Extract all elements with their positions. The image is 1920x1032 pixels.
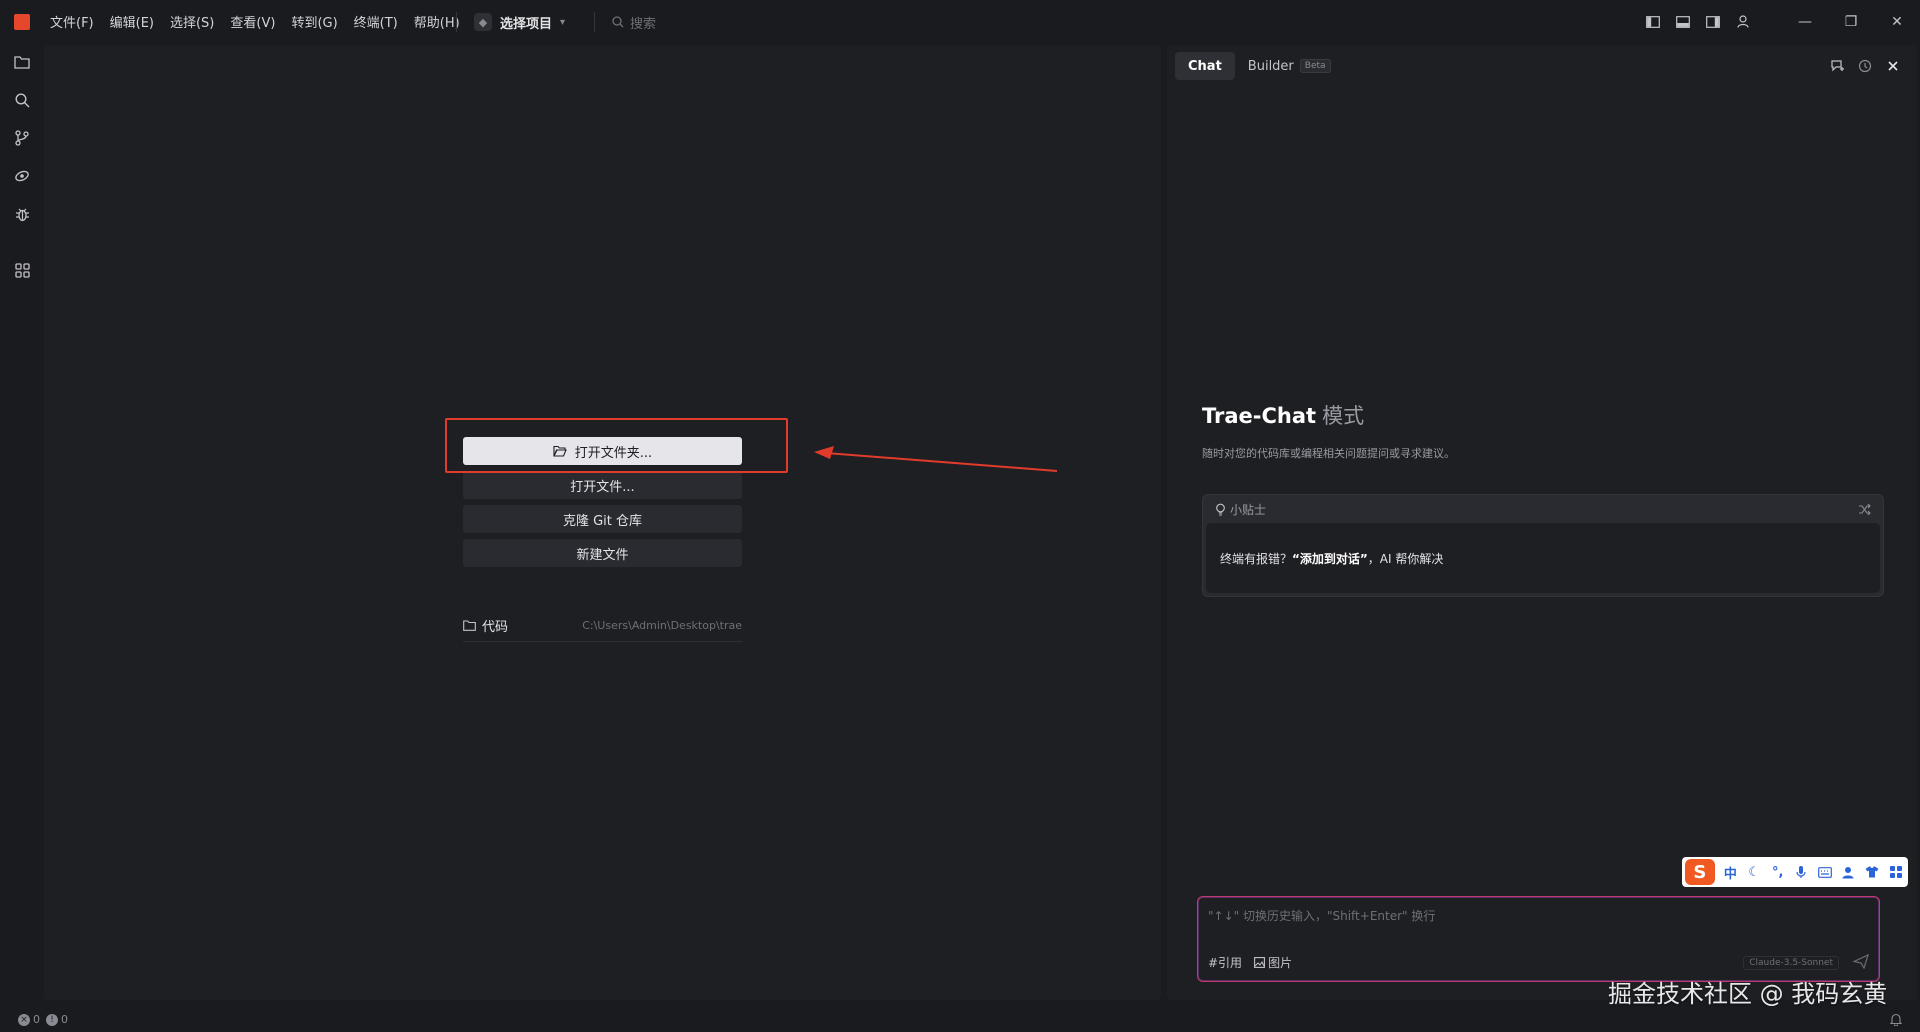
new-chat-icon[interactable]: [1823, 55, 1851, 77]
keyboard-icon[interactable]: [1813, 860, 1837, 884]
tab-chat-label: Chat: [1188, 58, 1222, 74]
debug-icon[interactable]: [0, 195, 44, 233]
ime-logo[interactable]: S: [1685, 859, 1715, 885]
menu-go[interactable]: 转到(G): [291, 12, 337, 31]
mode-title-name: Trae-Chat: [1202, 404, 1317, 428]
menu-help[interactable]: 帮助(H): [414, 12, 460, 31]
title-bar: 文件(F) 编辑(E) 选择(S) 查看(V) 转到(G) 终端(T) 帮助(H…: [0, 0, 1920, 43]
menu-terminal[interactable]: 终端(T): [354, 12, 398, 31]
source-control-icon[interactable]: [0, 119, 44, 157]
clone-git-label: 克隆 Git 仓库: [562, 513, 643, 529]
search-icon[interactable]: [0, 81, 44, 119]
tab-chat[interactable]: Chat: [1175, 52, 1235, 80]
send-icon[interactable]: [1853, 954, 1869, 969]
minimize-button[interactable]: —: [1782, 0, 1828, 43]
open-file-button[interactable]: 打开文件...: [463, 471, 742, 499]
extensions-icon[interactable]: [0, 251, 44, 289]
model-selector[interactable]: Claude-3.5-Sonnet: [1743, 956, 1839, 970]
microphone-icon[interactable]: [1790, 860, 1814, 884]
ime-toolbar: S 中 ☾ °,: [1682, 857, 1908, 887]
chat-input-placeholder: "↑↓" 切换历史输入，"Shift+Enter" 换行: [1208, 909, 1436, 923]
menu-edit[interactable]: 编辑(E): [110, 12, 154, 31]
menu-bar: 文件(F) 编辑(E) 选择(S) 查看(V) 转到(G) 终端(T) 帮助(H…: [50, 0, 476, 43]
folder-icon: [463, 620, 476, 631]
bell-icon[interactable]: [1890, 1013, 1902, 1026]
lightbulb-icon: [1216, 503, 1225, 516]
tips-text-post: ，AI 帮你解决: [1367, 551, 1444, 566]
history-icon[interactable]: [1851, 55, 1879, 77]
toggle-sidebar-icon[interactable]: [1638, 7, 1668, 37]
close-icon[interactable]: [1879, 55, 1907, 77]
tips-text-bold: “添加到对话”: [1292, 551, 1368, 566]
tips-text-pre: 终端有报错？: [1220, 551, 1293, 566]
project-selector[interactable]: ◆ 选择项目 ▾: [474, 11, 565, 33]
recent-project-name: 代码: [482, 620, 509, 635]
open-file-label: 打开文件...: [570, 479, 635, 495]
new-file-label: 新建文件: [576, 547, 629, 563]
menu-file[interactable]: 文件(F): [50, 12, 94, 31]
annotation-arrow: [814, 446, 1058, 472]
project-selector-label: 选择项目: [500, 16, 553, 32]
watermark: 掘金技术社区 @ 我码玄黄: [1608, 980, 1888, 1008]
punctuation-icon[interactable]: °,: [1766, 860, 1790, 884]
clone-git-button[interactable]: 克隆 Git 仓库: [463, 505, 742, 533]
image-icon: [1254, 957, 1266, 968]
chat-input[interactable]: "↑↓" 切换历史输入，"Shift+Enter" 换行 #引用 图片 Clau…: [1197, 896, 1880, 982]
chat-toolbar: [1823, 55, 1907, 77]
new-file-button[interactable]: 新建文件: [463, 539, 742, 567]
ime-mode-toggle[interactable]: 中: [1719, 860, 1743, 884]
shuffle-icon[interactable]: [1858, 503, 1871, 515]
mode-title: Trae-Chat 模式: [1202, 400, 1364, 430]
tab-builder[interactable]: Builder Beta: [1235, 52, 1344, 80]
search-placeholder: 搜索: [630, 16, 657, 32]
close-button[interactable]: ✕: [1874, 0, 1920, 43]
skin-icon[interactable]: [1861, 860, 1885, 884]
grid-menu-icon[interactable]: [1884, 860, 1908, 884]
tips-body: 终端有报错？ “添加到对话” ，AI 帮你解决: [1206, 523, 1880, 593]
mode-title-suffix: 模式: [1322, 404, 1365, 428]
menu-view[interactable]: 查看(V): [230, 12, 275, 31]
image-button-label: 图片: [1268, 956, 1293, 970]
annotation-highlight-box: [445, 418, 788, 473]
menu-selection[interactable]: 选择(S): [170, 12, 214, 31]
beta-badge: Beta: [1299, 59, 1331, 73]
tips-label: 小贴士: [1230, 502, 1267, 517]
toggle-aux-bar-icon[interactable]: [1698, 7, 1728, 37]
image-button[interactable]: 图片: [1254, 954, 1304, 971]
title-bar-controls: — ❐ ✕: [1638, 0, 1920, 43]
moon-icon[interactable]: ☾: [1742, 860, 1766, 884]
remote-icon[interactable]: [0, 157, 44, 195]
tab-builder-label: Builder: [1247, 58, 1294, 74]
mode-description: 随时对您的代码库或编程相关问题提问或寻求建议。: [1202, 447, 1455, 460]
problems-indicator[interactable]: × 0 ! 0: [18, 1013, 74, 1026]
user-icon[interactable]: [1837, 860, 1861, 884]
toggle-panel-icon[interactable]: [1668, 7, 1698, 37]
chevron-down-icon: ▾: [560, 16, 566, 28]
error-count: 0: [33, 1013, 40, 1026]
recent-project-path: C:\Users\Admin\Desktop\trae: [582, 619, 742, 632]
reference-button[interactable]: #引用: [1208, 954, 1242, 971]
input-tools: #引用 图片: [1208, 954, 1316, 971]
divider: [594, 12, 595, 32]
activity-bar: [0, 43, 44, 1003]
search-icon: [612, 16, 624, 28]
app-logo: [14, 14, 30, 30]
warning-count: 0: [61, 1013, 68, 1026]
search-input[interactable]: 搜索: [612, 11, 656, 33]
restore-button[interactable]: ❐: [1828, 0, 1874, 43]
warning-icon: !: [46, 1013, 58, 1026]
recent-project-item[interactable]: 代码 C:\Users\Admin\Desktop\trae: [463, 610, 742, 642]
error-icon: ×: [18, 1013, 30, 1026]
divider: [456, 12, 457, 32]
account-icon[interactable]: [1728, 7, 1758, 37]
tips-card: 小贴士 终端有报错？ “添加到对话” ，AI 帮你解决: [1202, 494, 1884, 597]
status-bar: × 0 ! 0: [0, 1007, 1920, 1032]
cube-icon: ◆: [474, 13, 492, 31]
chat-tabs: Chat Builder Beta: [1175, 52, 1344, 80]
explorer-icon[interactable]: [0, 43, 44, 81]
